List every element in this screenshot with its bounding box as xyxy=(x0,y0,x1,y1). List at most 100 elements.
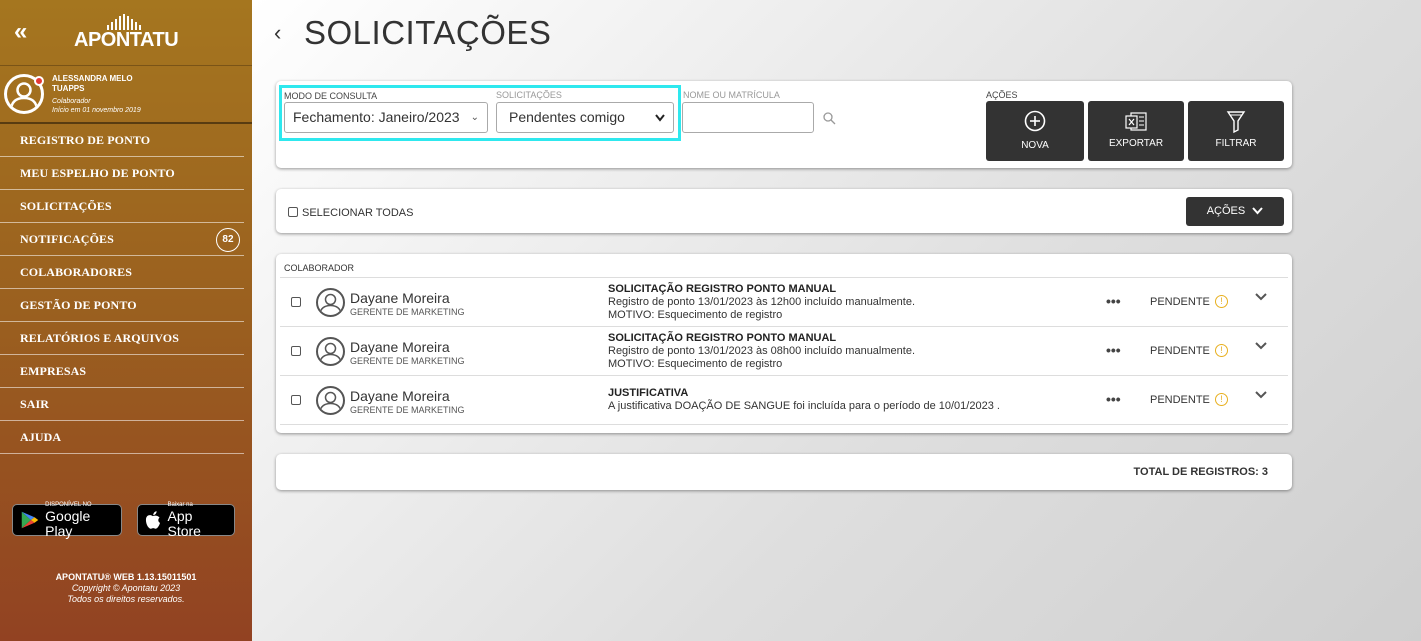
sidebar-item-label: MEU ESPELHO DE PONTO xyxy=(20,166,175,180)
sidebar-item-label: AJUDA xyxy=(20,430,62,444)
chevron-down-icon xyxy=(655,114,665,122)
user-company: TUAPPS xyxy=(52,84,85,93)
collapse-sidebar-icon[interactable]: « xyxy=(14,20,27,44)
name-search-input[interactable] xyxy=(682,102,814,133)
mode-label: MODO DE CONSULTA xyxy=(284,91,378,101)
sidebar-item-empresas[interactable]: EMPRESAS xyxy=(0,355,244,388)
sidebar-item-gestao-de-ponto[interactable]: GESTÃO DE PONTO xyxy=(0,289,244,322)
table-row[interactable]: Dayane Moreira GERENTE DE MARKETING JUST… xyxy=(280,375,1288,424)
page-title: SOLICITAÇÕES xyxy=(304,14,552,51)
info-icon: ! xyxy=(1215,393,1228,406)
sidebar-item-sair[interactable]: SAIR xyxy=(0,388,244,421)
status-label: PENDENTE xyxy=(1150,296,1210,308)
sidebar-item-ajuda[interactable]: AJUDA xyxy=(0,421,244,454)
export-button[interactable]: EXPORTAR xyxy=(1088,101,1184,161)
sidebar-header: « APONTATU xyxy=(0,0,252,66)
sidebar-item-registro-de-ponto[interactable]: REGISTRO DE PONTO xyxy=(0,124,244,157)
row-checkbox[interactable] xyxy=(291,297,301,307)
requests-list: COLABORADOR Dayane Moreira GERENTE DE MA… xyxy=(276,254,1292,433)
actions-dropdown-label: AÇÕES xyxy=(1206,205,1246,217)
filter-button-label: FILTRAR xyxy=(1215,138,1257,149)
more-options-icon[interactable]: ••• xyxy=(1106,342,1121,358)
export-button-label: EXPORTAR xyxy=(1108,138,1164,149)
chevron-down-icon xyxy=(1252,207,1264,215)
avatar xyxy=(316,386,345,415)
sidebar-item-meu-espelho-de-ponto[interactable]: MEU ESPELHO DE PONTO xyxy=(0,157,244,190)
employee-role: GERENTE DE MARKETING xyxy=(350,307,465,317)
more-options-icon[interactable]: ••• xyxy=(1106,293,1121,309)
user-name: ALESSANDRA MELO xyxy=(52,74,133,83)
plus-circle-icon xyxy=(1024,110,1046,132)
status-label: PENDENTE xyxy=(1150,394,1210,406)
requests-label: SOLICITAÇÕES xyxy=(496,90,562,100)
sidebar-item-label: SAIR xyxy=(20,397,50,411)
excel-export-icon xyxy=(1125,112,1147,131)
sidebar-item-label: SOLICITAÇÕES xyxy=(20,199,112,213)
sidebar-item-notificacoes[interactable]: NOTIFICAÇÕES 82 xyxy=(0,223,244,256)
notifications-count-badge: 82 xyxy=(216,228,240,252)
logo-text: APONTATU xyxy=(74,29,179,51)
sidebar-item-label: GESTÃO DE PONTO xyxy=(20,298,137,312)
main-content: ‹ SOLICITAÇÕES MODO DE CONSULTA Fechamen… xyxy=(252,0,1421,641)
chevron-down-icon: ⌄ xyxy=(470,112,479,123)
mode-select-value: Fechamento: Janeiro/2023 xyxy=(293,109,460,125)
sidebar-item-label: NOTIFICAÇÕES xyxy=(20,232,114,246)
chevron-down-icon[interactable] xyxy=(1254,390,1268,400)
logo-bars-icon xyxy=(74,14,174,30)
requests-select-value: Pendentes comigo xyxy=(509,109,625,125)
requests-select[interactable]: Pendentes comigo xyxy=(496,102,674,133)
list-divider xyxy=(280,424,1288,425)
table-row[interactable]: Dayane Moreira GERENTE DE MARKETING SOLI… xyxy=(280,326,1288,375)
info-icon: ! xyxy=(1215,344,1228,357)
app-store-button[interactable]: Baixar na App Store xyxy=(137,502,235,538)
sidebar-item-relatorios-e-arquivos[interactable]: RELATÓRIOS E ARQUIVOS xyxy=(0,322,244,355)
filter-button[interactable]: FILTRAR xyxy=(1188,101,1284,161)
total-bar: TOTAL DE REGISTROS: 3 xyxy=(276,454,1292,490)
column-header-colaborador: COLABORADOR xyxy=(284,263,355,273)
sidebar-footer: APONTATU® WEB 1.13.15011501 Copyright © … xyxy=(0,572,252,605)
user-profile: ALESSANDRA MELO TUAPPS Colaborador Iníci… xyxy=(0,66,252,124)
sidebar-item-colaboradores[interactable]: COLABORADORES xyxy=(0,256,244,289)
employee-role: GERENTE DE MARKETING xyxy=(350,405,465,415)
app-version: APONTATU® WEB 1.13.15011501 xyxy=(55,572,197,582)
user-avatar-icon xyxy=(319,342,342,364)
user-role: Colaborador xyxy=(52,98,91,105)
request-detail: Registro de ponto 13/01/2023 às 08h00 in… xyxy=(608,345,915,357)
name-label: NOME OU MATRÍCULA xyxy=(683,90,780,100)
new-button[interactable]: NOVA xyxy=(986,101,1084,161)
rights: Todos os direitos reservados. xyxy=(67,594,185,604)
select-all-label: SELECIONAR TODAS xyxy=(302,207,414,219)
selection-bar: SELECIONAR TODAS AÇÕES xyxy=(276,189,1292,233)
request-detail: Registro de ponto 13/01/2023 às 12h00 in… xyxy=(608,296,915,308)
sidebar-item-label: RELATÓRIOS E ARQUIVOS xyxy=(20,331,180,345)
request-reason: MOTIVO: Esquecimento de registro xyxy=(608,309,783,321)
sidebar-item-label: EMPRESAS xyxy=(20,364,87,378)
search-icon[interactable] xyxy=(822,111,836,125)
google-play-button[interactable]: DISPONÍVEL NO Google Play xyxy=(12,502,122,539)
select-all-checkbox[interactable] xyxy=(288,207,298,217)
request-title: JUSTIFICATIVA xyxy=(608,387,689,399)
chevron-down-icon[interactable] xyxy=(1254,292,1268,302)
avatar xyxy=(316,337,345,366)
table-row[interactable]: Dayane Moreira GERENTE DE MARKETING SOLI… xyxy=(280,277,1288,326)
employee-role: GERENTE DE MARKETING xyxy=(350,356,465,366)
sidebar-menu: REGISTRO DE PONTO MEU ESPELHO DE PONTO S… xyxy=(0,124,252,454)
employee-name: Dayane Moreira xyxy=(350,290,450,306)
apontatu-logo: APONTATU xyxy=(74,14,179,52)
chevron-down-icon[interactable] xyxy=(1254,341,1268,351)
row-checkbox[interactable] xyxy=(291,395,301,405)
apple-icon xyxy=(145,511,161,529)
employee-name: Dayane Moreira xyxy=(350,388,450,404)
total-records: TOTAL DE REGISTROS: 3 xyxy=(1133,466,1268,478)
more-options-icon[interactable]: ••• xyxy=(1106,391,1121,407)
actions-dropdown-button[interactable]: AÇÕES xyxy=(1186,197,1284,226)
request-title: SOLICITAÇÃO REGISTRO PONTO MANUAL xyxy=(608,332,837,344)
back-chevron-icon[interactable]: ‹ xyxy=(274,20,281,46)
notification-dot-icon xyxy=(34,76,44,86)
google-play-big-text: Google Play xyxy=(45,507,91,539)
sidebar: « APONTATU ALESSANDRA MELO TUAPPS Colabo… xyxy=(0,0,252,641)
mode-select[interactable]: Fechamento: Janeiro/2023 ⌄ xyxy=(284,102,488,133)
sidebar-item-label: REGISTRO DE PONTO xyxy=(20,133,151,147)
row-checkbox[interactable] xyxy=(291,346,301,356)
sidebar-item-solicitacoes[interactable]: SOLICITAÇÕES xyxy=(0,190,244,223)
